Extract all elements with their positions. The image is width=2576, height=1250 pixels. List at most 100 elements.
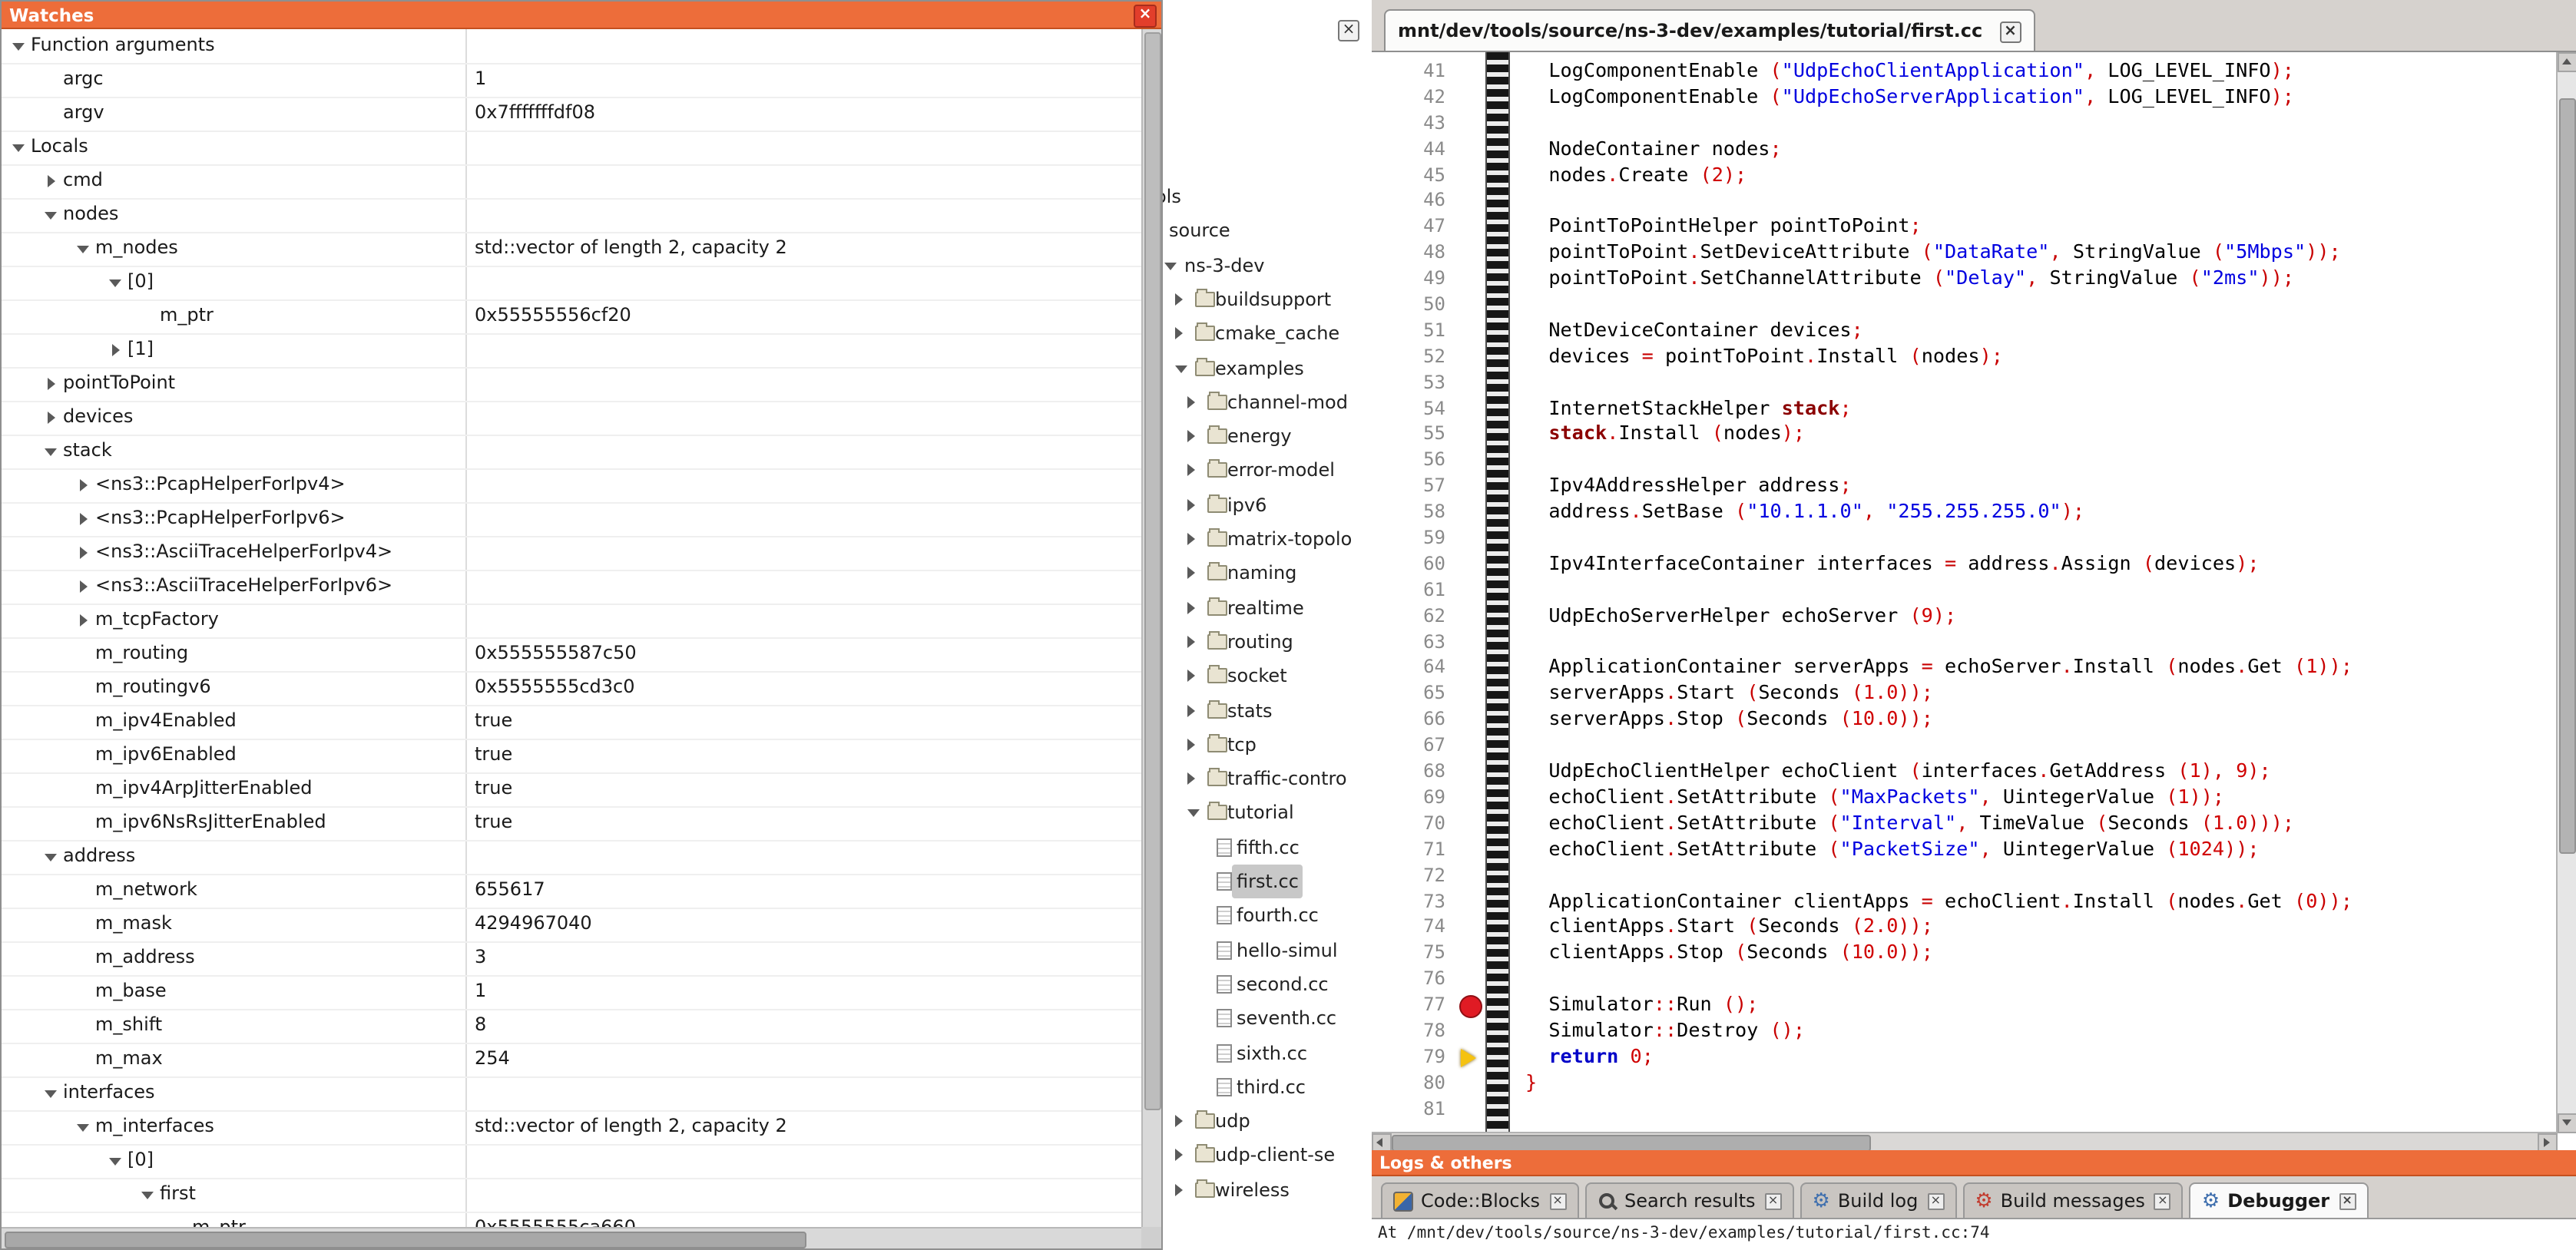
expand-icon[interactable] <box>43 173 63 188</box>
tree-item-cmake-cache[interactable]: cmake_cache <box>1163 316 1372 350</box>
collapse-icon[interactable] <box>140 1186 160 1202</box>
fold-margin[interactable] <box>1485 52 1510 1133</box>
code-line[interactable]: 53 <box>1372 369 2558 395</box>
code-line[interactable]: 52 devices = pointToPoint.Install (nodes… <box>1372 344 2558 370</box>
code-line[interactable]: 59 <box>1372 525 2558 551</box>
code-editor[interactable]: 41 LogComponentEnable ("UdpEchoClientApp… <box>1372 52 2558 1133</box>
code-line[interactable]: 73 ApplicationContainer clientApps = ech… <box>1372 888 2558 914</box>
close-icon[interactable]: × <box>1765 1192 1782 1209</box>
collapse-icon[interactable] <box>108 274 127 289</box>
editor-tab[interactable]: mnt/dev/tools/source/ns-3-dev/examples/t… <box>1384 9 2035 51</box>
line-number[interactable]: 46 <box>1372 188 1458 214</box>
expand-icon[interactable] <box>1187 533 1195 545</box>
watches-titlebar[interactable]: Watches × <box>2 2 1161 29</box>
tree-item-energy[interactable]: energy <box>1163 419 1372 453</box>
collapse-icon[interactable] <box>11 38 31 53</box>
code-line[interactable]: 71 echoClient.SetAttribute ("PacketSize"… <box>1372 836 2558 862</box>
tree-item-stats[interactable]: stats <box>1163 693 1372 727</box>
tree-item-second-cc[interactable]: second.cc <box>1163 967 1372 1001</box>
line-number[interactable]: 68 <box>1372 759 1458 785</box>
watch-row[interactable]: [0] <box>2 1144 1141 1179</box>
code-line[interactable]: 55 stack.Install (nodes); <box>1372 422 2558 448</box>
code-line[interactable]: 66 serverApps.Stop (Seconds (10.0)); <box>1372 707 2558 733</box>
line-number[interactable]: 65 <box>1372 681 1458 707</box>
line-number[interactable]: 74 <box>1372 914 1458 941</box>
watch-row[interactable]: m_ptr0x5555555ca660 <box>2 1212 1141 1227</box>
close-icon[interactable]: × <box>2154 1192 2171 1209</box>
code-line[interactable]: 51 NetDeviceContainer devices; <box>1372 318 2558 344</box>
line-number[interactable]: 60 <box>1372 551 1458 577</box>
line-number[interactable]: 71 <box>1372 836 1458 862</box>
watches-vertical-scrollbar[interactable] <box>1141 29 1161 1227</box>
watch-row[interactable]: Function arguments <box>2 29 1141 64</box>
expand-icon[interactable] <box>1187 772 1195 785</box>
watch-row[interactable]: m_ipv4ArpJitterEnabledtrue <box>2 772 1141 808</box>
watch-row[interactable]: [1] <box>2 333 1141 369</box>
code-line[interactable]: 63 <box>1372 629 2558 655</box>
collapse-icon[interactable] <box>1175 365 1187 372</box>
expand-icon[interactable] <box>1175 1149 1183 1162</box>
logs-tab-code-blocks[interactable]: Code::Blocks× <box>1381 1182 1578 1218</box>
code-line[interactable]: 48 pointToPoint.SetDeviceAttribute ("Dat… <box>1372 240 2558 266</box>
tree-item-hello-simul[interactable]: hello-simul <box>1163 933 1372 967</box>
tree-item-routing[interactable]: routing <box>1163 625 1372 659</box>
logs-tab-search-results[interactable]: Search results× <box>1584 1182 1794 1218</box>
watch-row[interactable]: m_base1 <box>2 975 1141 1010</box>
tree-item-source[interactable]: source <box>1163 214 1372 248</box>
line-number[interactable]: 67 <box>1372 732 1458 759</box>
code-line[interactable]: 61 <box>1372 577 2558 604</box>
expand-icon[interactable] <box>1175 1115 1183 1127</box>
code-line[interactable]: 79 return 0; <box>1372 1044 2558 1070</box>
watch-row[interactable]: m_routingv60x5555555cd3c0 <box>2 671 1141 706</box>
line-number[interactable]: 80 <box>1372 1070 1458 1096</box>
code-line[interactable]: 72 <box>1372 862 2558 888</box>
line-number[interactable]: 64 <box>1372 655 1458 681</box>
tree-item-third-cc[interactable]: third.cc <box>1163 1070 1372 1104</box>
watch-row[interactable]: m_routing0x555555587c50 <box>2 637 1141 673</box>
code-line[interactable]: 62 UdpEchoServerHelper echoServer (9); <box>1372 603 2558 629</box>
code-line[interactable]: 43 <box>1372 111 2558 137</box>
collapse-icon[interactable] <box>75 1119 95 1134</box>
code-line[interactable]: 78 Simulator::Destroy (); <box>1372 1018 2558 1044</box>
line-number[interactable]: 63 <box>1372 629 1458 655</box>
tree-item-realtime[interactable]: realtime <box>1163 590 1372 624</box>
watch-row[interactable]: argv0x7fffffffdf08 <box>2 97 1141 132</box>
scroll-down-button[interactable] <box>2558 1113 2576 1133</box>
expand-icon[interactable] <box>1175 293 1183 306</box>
code-line[interactable]: 76 <box>1372 966 2558 992</box>
code-line[interactable]: 45 nodes.Create (2); <box>1372 162 2558 188</box>
tree-item-tutorial[interactable]: tutorial <box>1163 796 1372 830</box>
tree-item-buildsupport[interactable]: buildsupport <box>1163 283 1372 316</box>
tree-item-error-model[interactable]: error-model <box>1163 454 1372 488</box>
editor-vertical-scrollbar[interactable] <box>2556 52 2576 1133</box>
code-line[interactable]: 47 PointToPointHelper pointToPoint; <box>1372 214 2558 240</box>
line-number[interactable]: 45 <box>1372 162 1458 188</box>
watch-row[interactable]: <ns3::PcapHelperForIpv4> <box>2 468 1141 504</box>
watch-row[interactable]: Locals <box>2 131 1141 166</box>
watch-row[interactable]: m_shift8 <box>2 1009 1141 1044</box>
watch-row[interactable]: m_address3 <box>2 941 1141 977</box>
line-number[interactable]: 51 <box>1372 318 1458 344</box>
line-number[interactable]: 56 <box>1372 448 1458 474</box>
line-number[interactable]: 73 <box>1372 888 1458 914</box>
line-number[interactable]: 53 <box>1372 369 1458 395</box>
code-line[interactable]: 77 Simulator::Run (); <box>1372 992 2558 1018</box>
expand-icon[interactable] <box>1187 739 1195 751</box>
line-number[interactable]: 79 <box>1372 1044 1458 1070</box>
code-line[interactable]: 81 <box>1372 1096 2558 1122</box>
logs-tab-build-messages[interactable]: Build messages× <box>1962 1182 2184 1218</box>
code-line[interactable]: 68 UdpEchoClientHelper echoClient (inter… <box>1372 759 2558 785</box>
expand-icon[interactable] <box>1187 670 1195 682</box>
tree-item-ns-3-dev[interactable]: ns-3-dev <box>1163 248 1372 282</box>
tree-item-ipv6[interactable]: ipv6 <box>1163 488 1372 521</box>
line-number[interactable]: 52 <box>1372 344 1458 370</box>
watch-row[interactable]: pointToPoint <box>2 367 1141 402</box>
tree-item-traffic-contro[interactable]: traffic-contro <box>1163 762 1372 795</box>
line-number[interactable]: 49 <box>1372 266 1458 292</box>
watch-row[interactable]: cmd <box>2 164 1141 200</box>
line-number[interactable]: 70 <box>1372 811 1458 837</box>
code-line[interactable]: 49 pointToPoint.SetChannelAttribute ("De… <box>1372 266 2558 292</box>
line-number[interactable]: 50 <box>1372 292 1458 318</box>
watch-row[interactable]: devices <box>2 401 1141 436</box>
line-number[interactable]: 62 <box>1372 603 1458 629</box>
